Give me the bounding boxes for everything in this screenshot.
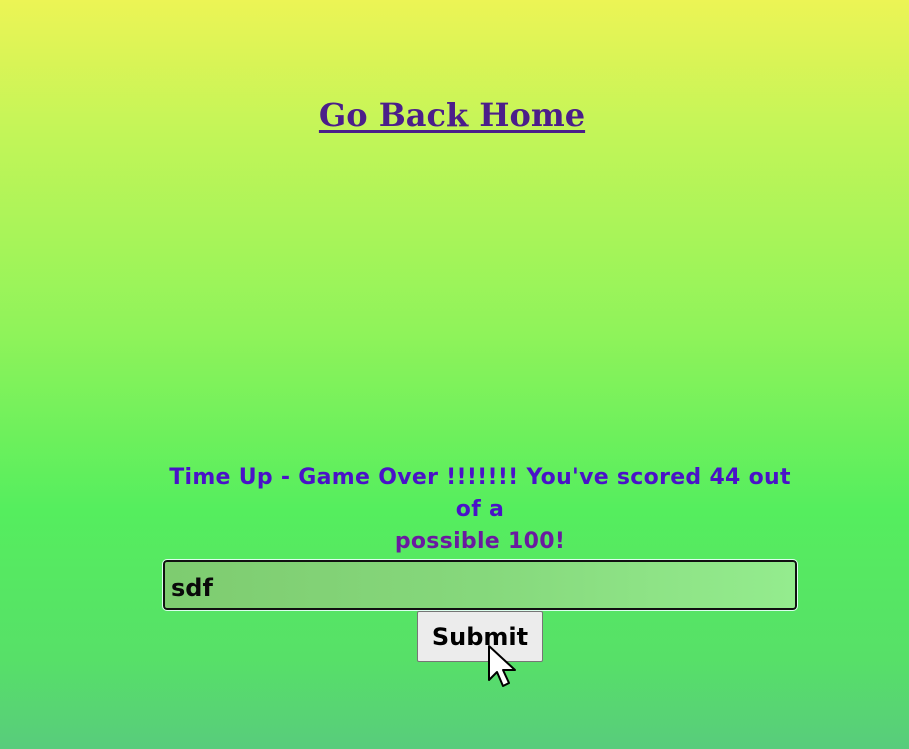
go-back-home-link[interactable]: Go Back Home bbox=[0, 96, 904, 134]
name-input[interactable] bbox=[162, 559, 798, 611]
game-over-message-line1: Time Up - Game Over !!!!!!! You've score… bbox=[169, 465, 791, 522]
game-over-message-line2: possible 100! bbox=[394, 529, 566, 554]
game-over-message: Time Up - Game Over !!!!!!! You've score… bbox=[160, 462, 800, 558]
submit-button[interactable]: Submit bbox=[417, 611, 543, 662]
